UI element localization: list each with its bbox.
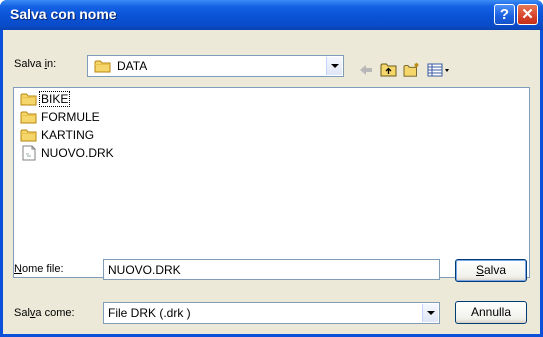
- filetype-label: Salva come:: [14, 307, 75, 319]
- save-in-value: DATA: [117, 59, 148, 73]
- file-name: BIKE: [38, 91, 71, 107]
- save-button[interactable]: Salva: [455, 259, 527, 282]
- chevron-down-icon[interactable]: [326, 57, 342, 75]
- dialog-title: Salva con nome: [10, 6, 117, 22]
- file-list[interactable]: BIKE FORMULE KARTING NUOVO.DRK: [13, 87, 530, 278]
- title-bar[interactable]: Salva con nome ? ✕: [0, 0, 543, 30]
- up-folder-icon[interactable]: [380, 62, 398, 78]
- file-name: KARTING: [41, 128, 95, 142]
- filetype-dropdown[interactable]: File DRK (.drk ): [103, 302, 440, 324]
- list-item[interactable]: FORMULE: [20, 109, 101, 125]
- chevron-down-icon[interactable]: [422, 304, 438, 322]
- dialog-body: Salva in: DATA BIKE FORMULE KARTING NUOV…: [3, 30, 540, 334]
- save-in-dropdown[interactable]: DATA: [87, 55, 344, 77]
- new-folder-icon[interactable]: [402, 62, 422, 78]
- list-item[interactable]: NUOVO.DRK: [20, 145, 115, 161]
- folder-icon: [20, 93, 37, 106]
- folder-icon: [20, 111, 37, 124]
- folder-icon: [94, 60, 111, 73]
- close-button[interactable]: ✕: [517, 4, 538, 25]
- help-button[interactable]: ?: [494, 4, 515, 25]
- save-in-label: Salva in:: [14, 58, 57, 70]
- filename-input[interactable]: NUOVO.DRK: [103, 259, 440, 280]
- list-item[interactable]: KARTING: [20, 127, 95, 143]
- back-arrow-icon[interactable]: [358, 62, 374, 78]
- file-name: FORMULE: [41, 110, 100, 124]
- folder-icon: [20, 129, 37, 142]
- file-icon: [22, 145, 36, 161]
- cancel-button[interactable]: Annulla: [455, 301, 527, 324]
- filetype-value: File DRK (.drk ): [108, 306, 191, 320]
- file-name: NUOVO.DRK: [41, 146, 114, 160]
- filename-label: Nome file:: [14, 263, 64, 275]
- filename-value: NUOVO.DRK: [108, 263, 181, 277]
- views-menu-icon[interactable]: [427, 62, 451, 78]
- save-as-dialog: Salva con nome ? ✕ Salva in: DATA BIKE F…: [0, 0, 543, 337]
- list-item[interactable]: BIKE: [20, 91, 71, 107]
